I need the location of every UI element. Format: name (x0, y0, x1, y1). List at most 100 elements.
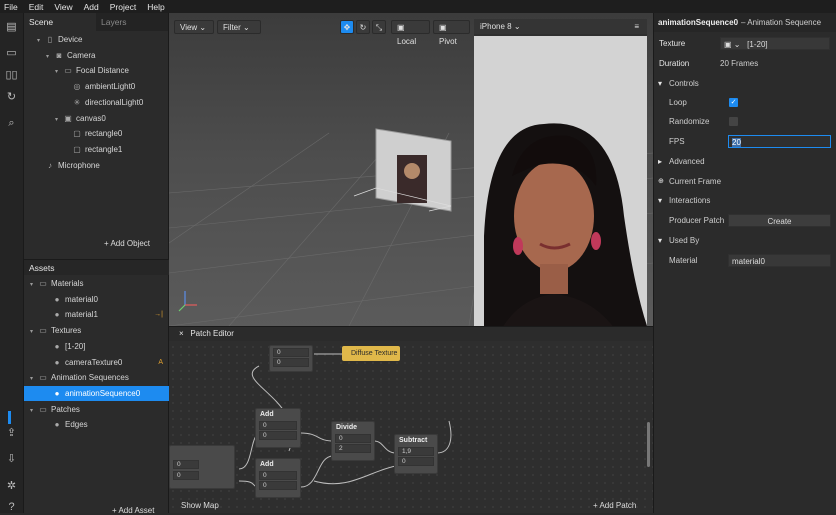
asset-item[interactable]: ● material0 (24, 292, 169, 307)
search-icon[interactable]: ⌕ (5, 117, 18, 130)
show-map-button[interactable]: Show Map (181, 501, 219, 510)
node-field[interactable]: 0 (259, 471, 297, 480)
scale-tool-icon[interactable]: ⤡ (372, 20, 386, 34)
add-object-button[interactable]: + Add Object (104, 239, 150, 248)
chevron-down-icon[interactable]: ▾ (46, 50, 54, 65)
tree-item[interactable]: ▾ ▯ Device (37, 32, 82, 47)
bug-icon[interactable]: ✲ (5, 480, 18, 493)
menu-add[interactable]: Add (80, 2, 106, 12)
asset-item[interactable]: ▾ ▭ Patches (24, 402, 169, 417)
diffuse-texture-node[interactable]: Diffuse Texture (342, 346, 400, 361)
add-node-1[interactable]: Add 0 0 (255, 408, 301, 448)
tree-item[interactable]: ✳ directionalLight0 (64, 95, 144, 110)
menu-project[interactable]: Project (106, 2, 143, 12)
producer-patch-label: Producer Patch (669, 216, 725, 225)
export-icon[interactable]: ⇩ (5, 453, 18, 466)
tree-item[interactable]: ▾ ▣ canvas0 (55, 111, 106, 126)
advanced-section[interactable]: ▸ Advanced (654, 152, 836, 171)
move-tool-icon[interactable]: ✥ (340, 20, 354, 34)
rectangle-icon: ▢ (73, 144, 81, 154)
tree-item[interactable]: ▾ ▭ Focal Distance (55, 63, 129, 78)
tree-item[interactable]: ♪ Microphone (37, 158, 100, 173)
asset-item-label: Materials (51, 279, 84, 288)
input-node[interactable]: 0 0 (169, 445, 235, 489)
share-icon[interactable]: ⇪ (5, 427, 18, 440)
node-field[interactable]: 0 (259, 431, 297, 440)
menu-edit[interactable]: Edit (25, 2, 51, 12)
asset-item[interactable]: ● material1 →| (24, 307, 169, 322)
texture-select[interactable]: ▣ ⌄ [1-20] (720, 37, 830, 50)
rotate-tool-icon[interactable]: ↻ (356, 20, 370, 34)
interactions-section[interactable]: ▾ Interactions (654, 191, 836, 210)
node-field[interactable]: 0 (173, 471, 199, 480)
node-field[interactable]: 0 (259, 481, 297, 490)
device-selector[interactable]: iPhone 8 ⌄ ≡ (474, 19, 647, 34)
light-icon: ◎ (73, 82, 81, 92)
microphone-icon: ♪ (48, 160, 52, 170)
pivot-toggle[interactable]: ▣ Pivot (433, 20, 470, 46)
menu-file[interactable]: File (0, 2, 25, 12)
local-toggle[interactable]: ▣ Local (391, 20, 430, 46)
divide-node[interactable]: Divide 0 2 (331, 421, 375, 461)
tree-item[interactable]: ▢ rectangle0 (64, 126, 122, 141)
sun-icon: ✳ (73, 97, 81, 107)
node-field[interactable]: 0 (398, 457, 434, 466)
asset-item[interactable]: ▾ ▭ Animation Sequences (24, 370, 169, 385)
node-field[interactable]: 0 (259, 421, 297, 430)
used-by-section[interactable]: ▾ Used By (654, 231, 836, 250)
tree-item[interactable]: ▾ ◙ Camera (46, 48, 95, 63)
patch-editor-scrollbar[interactable] (647, 422, 650, 467)
create-button[interactable]: Create (728, 214, 831, 227)
controls-section[interactable]: ▾ Controls (654, 74, 836, 93)
help-icon[interactable]: ? (5, 501, 18, 514)
asset-item[interactable]: ▾ ▭ Materials (24, 276, 169, 291)
asset-item-label: [1-20] (65, 341, 86, 351)
add-asset-button[interactable]: + Add Asset (112, 506, 154, 515)
rectangle-icon: ▢ (73, 129, 81, 139)
fps-input[interactable]: 20 (728, 135, 831, 148)
loop-checkbox[interactable]: ✓ (729, 98, 738, 107)
split-view-icon[interactable]: ▯▯ (5, 69, 18, 82)
transition-node[interactable]: 0 0 (269, 345, 313, 372)
refresh-icon[interactable]: ↻ (5, 91, 18, 104)
tree-item[interactable]: ▢ rectangle1 (64, 142, 122, 157)
subtract-node[interactable]: Subtract 1,9 0 (394, 434, 438, 474)
node-field[interactable]: 2 (335, 444, 371, 453)
send-to-device-icon[interactable] (8, 411, 11, 424)
patch-editor[interactable]: × Patch Editor 0 0 Diffuse Texture Add 0… (169, 326, 653, 513)
layout-icon[interactable]: ▤ (5, 21, 18, 34)
advanced-chevron-icon: ▸ (658, 157, 663, 166)
node-field[interactable]: 1,9 (398, 447, 434, 456)
properties-header: animationSequence0 – Animation Sequence (654, 13, 836, 32)
chevron-down-icon[interactable]: ▾ (37, 34, 45, 49)
tab-scene[interactable]: Scene (24, 13, 96, 31)
node-field[interactable]: 0 (273, 348, 309, 357)
node-field[interactable]: 0 (335, 434, 371, 443)
chevron-down-icon[interactable]: ▾ (55, 65, 63, 80)
filter-dropdown[interactable]: Filter ⌄ (217, 20, 261, 34)
menu-view[interactable]: View (50, 2, 79, 12)
asset-item[interactable]: ● [1-20] (24, 339, 169, 354)
material-link[interactable]: material0 (728, 254, 831, 267)
asset-item[interactable]: ▾ ▭ Textures (24, 323, 169, 338)
view-dropdown[interactable]: View ⌄ (174, 20, 214, 34)
focal-icon: ▭ (64, 66, 72, 76)
tab-layers[interactable]: Layers (96, 13, 168, 31)
asset-item[interactable]: ● Edges (24, 417, 169, 432)
asset-item[interactable]: ● cameraTexture0 A (24, 355, 169, 370)
asset-item[interactable]: ● animationSequence0 (24, 385, 169, 401)
add-patch-button[interactable]: + Add Patch (593, 501, 636, 510)
node-field[interactable]: 0 (173, 460, 199, 469)
node-field[interactable]: 0 (273, 358, 309, 367)
menu-help[interactable]: Help (143, 2, 171, 12)
asset-item-label: Edges (65, 420, 88, 430)
menu-icon[interactable]: ≡ (634, 19, 639, 34)
tree-item[interactable]: ◎ ambientLight0 (64, 79, 136, 94)
randomize-checkbox[interactable] (729, 117, 738, 126)
current-frame-row[interactable]: ⊕ Current Frame (654, 172, 836, 191)
chevron-down-icon[interactable]: ▾ (55, 113, 63, 128)
camera-view-icon[interactable]: ▭ (5, 47, 18, 60)
add-node-2[interactable]: Add 0 0 (255, 458, 301, 498)
close-icon[interactable]: × (179, 329, 184, 338)
add-icon[interactable]: ⊕ (658, 172, 664, 191)
